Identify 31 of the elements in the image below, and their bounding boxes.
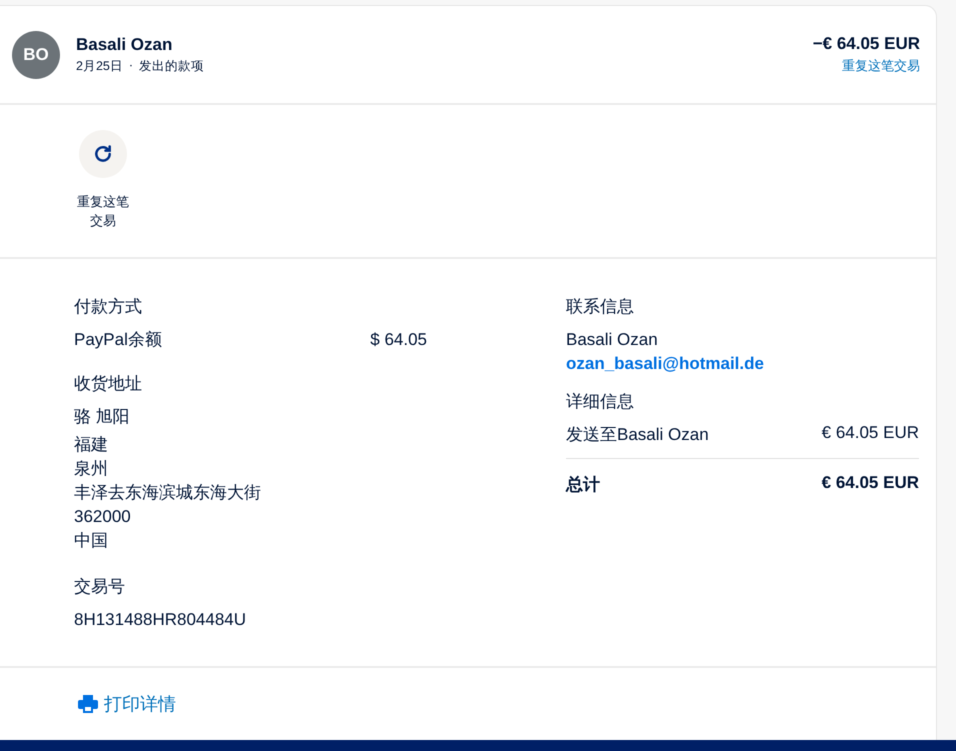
detail-label: 发送至Basali Ozan (566, 424, 709, 446)
section-title: 付款方式 (74, 296, 143, 318)
transaction-id: 8H131488HR804484U (74, 609, 248, 631)
refresh-icon (79, 130, 127, 178)
print-button[interactable]: 打印详情 (78, 692, 176, 716)
address-line: 丰泽去东海滨城东海大街 (74, 482, 262, 504)
separator: · (128, 58, 134, 74)
address-line: 泉州 (74, 458, 109, 480)
address-line: 中国 (74, 530, 109, 552)
detail-label: 总计 (566, 474, 600, 496)
transaction-amount: −€ 64.05 EUR (812, 34, 920, 54)
contact-name: Basali Ozan (76, 34, 174, 54)
address-line: 福建 (74, 434, 109, 456)
repeat-action-button[interactable]: 重复这笔交易 (74, 130, 132, 257)
printer-icon (78, 695, 98, 713)
transaction-date: 2月25日 (76, 58, 123, 74)
detail-value: € 64.05 EUR (822, 423, 919, 444)
section-title: 详细信息 (566, 391, 635, 413)
address-line: 362000 (74, 506, 132, 528)
detail-value: € 64.05 EUR (822, 473, 919, 494)
payment-amount: $ 64.05 (370, 329, 427, 351)
email-link[interactable]: ozan_basali@hotmail.de (566, 352, 919, 376)
address-line: 骆 旭阳 (74, 406, 131, 428)
payment-method: PayPal余额 (74, 329, 162, 351)
section-title: 交易号 (74, 576, 126, 598)
transaction-type: 发出的款项 (139, 58, 204, 74)
avatar: BO (12, 30, 60, 78)
contact-name: Basali Ozan (566, 329, 659, 351)
repeat-link[interactable]: 重复这笔交易 (842, 57, 920, 75)
section-title: 收货地址 (74, 373, 143, 395)
section-title: 联系信息 (566, 296, 635, 318)
